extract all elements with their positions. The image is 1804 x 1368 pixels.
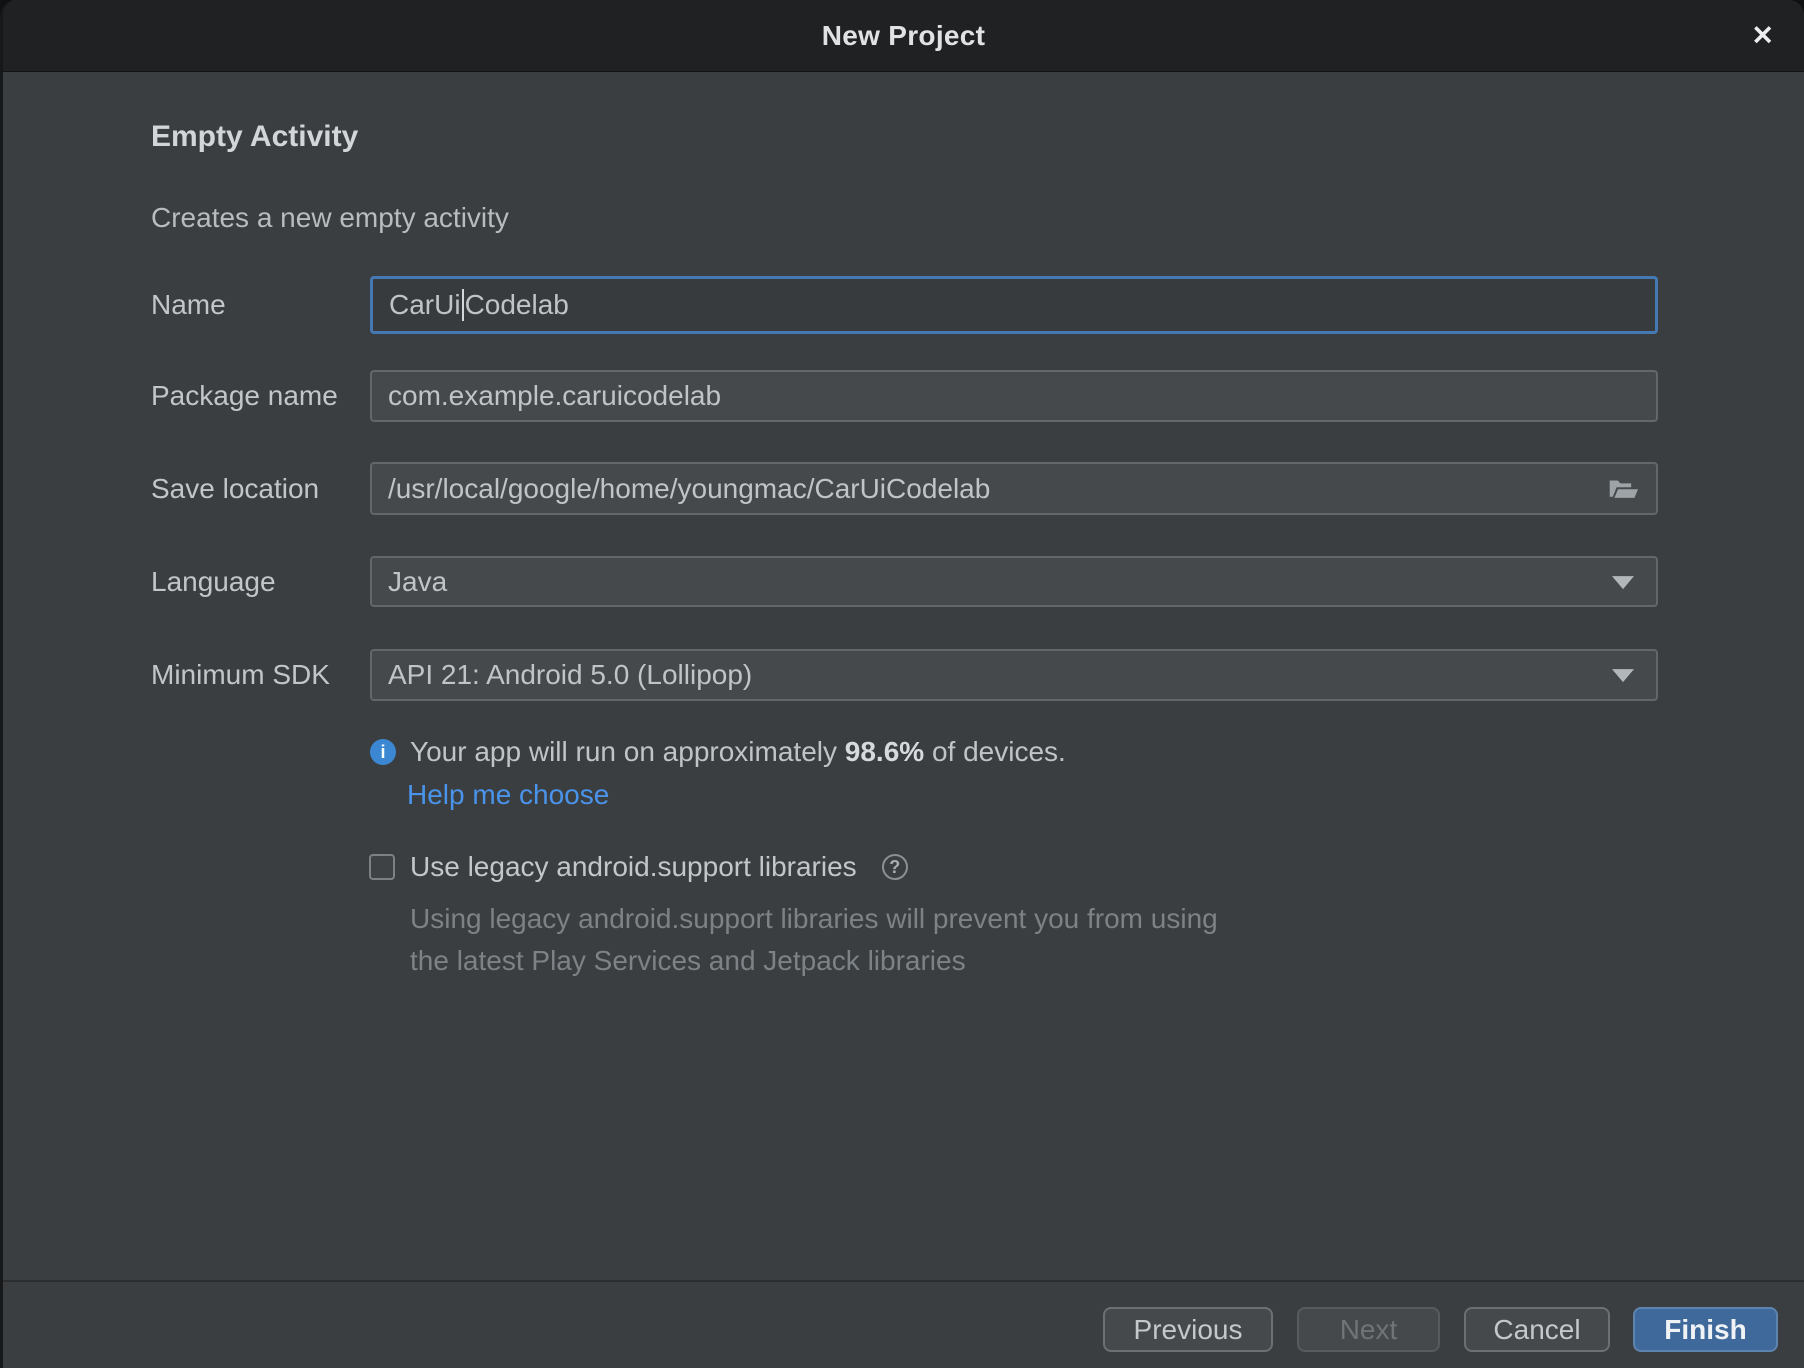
dropdown-arrow-icon	[1612, 669, 1634, 682]
finish-button[interactable]: Finish	[1633, 1307, 1778, 1352]
sdk-info-text: Your app will run on approximately 98.6%…	[410, 736, 1066, 768]
dialog-title: New Project	[822, 20, 986, 52]
close-icon[interactable]: ✕	[1751, 22, 1774, 49]
cancel-button[interactable]: Cancel	[1464, 1307, 1610, 1352]
next-button[interactable]: Next	[1297, 1307, 1440, 1352]
title-bar: New Project ✕	[3, 0, 1804, 72]
browse-folder-button[interactable]	[1608, 476, 1640, 502]
device-percentage: 98.6%	[845, 736, 924, 767]
language-dropdown[interactable]: Java	[370, 556, 1658, 607]
name-value-after-caret: Codelab	[465, 289, 569, 321]
text-caret	[462, 289, 464, 321]
page-title: Empty Activity	[151, 120, 358, 154]
info-icon: i	[370, 739, 396, 765]
save-location-value: /usr/local/google/home/youngmac/CarUiCod…	[388, 473, 990, 505]
package-name-label: Package name	[151, 370, 338, 422]
name-input[interactable]: CarUiCodelab	[370, 276, 1658, 334]
sdk-info-row: i Your app will run on approximately 98.…	[370, 736, 1066, 768]
save-location-label: Save location	[151, 462, 319, 515]
min-sdk-value: API 21: Android 5.0 (Lollipop)	[388, 659, 752, 691]
legacy-libraries-description: Using legacy android.support libraries w…	[410, 898, 1320, 982]
legacy-libraries-row: Use legacy android.support libraries ?	[369, 851, 908, 883]
page-subtitle: Creates a new empty activity	[151, 202, 509, 234]
min-sdk-label: Minimum SDK	[151, 649, 330, 701]
legacy-libraries-checkbox[interactable]	[369, 854, 395, 880]
package-name-value: com.example.caruicodelab	[388, 380, 721, 412]
help-me-choose-link[interactable]: Help me choose	[407, 779, 609, 811]
previous-button[interactable]: Previous	[1103, 1307, 1273, 1352]
language-value: Java	[388, 566, 447, 598]
new-project-dialog: New Project ✕ Empty Activity Creates a n…	[0, 0, 1804, 1368]
help-icon[interactable]: ?	[882, 854, 908, 880]
legacy-libraries-label: Use legacy android.support libraries	[410, 851, 857, 883]
folder-open-icon	[1608, 476, 1640, 502]
language-label: Language	[151, 556, 276, 607]
min-sdk-dropdown[interactable]: API 21: Android 5.0 (Lollipop)	[370, 649, 1658, 701]
save-location-input[interactable]: /usr/local/google/home/youngmac/CarUiCod…	[370, 462, 1658, 515]
footer-divider	[3, 1280, 1804, 1282]
dropdown-arrow-icon	[1612, 576, 1634, 589]
name-value-before-caret: CarUi	[389, 289, 461, 321]
package-name-input[interactable]: com.example.caruicodelab	[370, 370, 1658, 422]
name-label: Name	[151, 276, 226, 334]
